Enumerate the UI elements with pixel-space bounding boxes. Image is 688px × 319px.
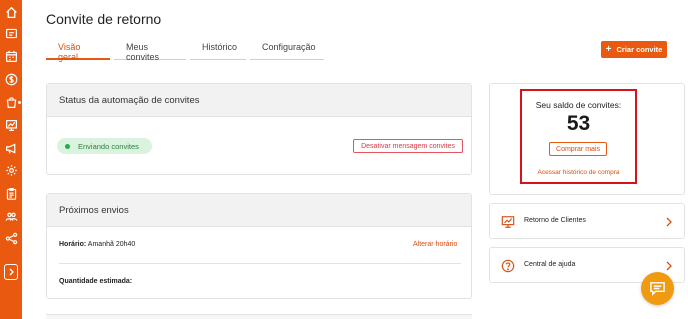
schedule-value: Amanhã 20h40 bbox=[87, 241, 136, 248]
tab-bar: Visão geral Meus convites Histórico Conf… bbox=[46, 38, 328, 62]
megaphone-icon[interactable] bbox=[3, 25, 19, 41]
estimated-quantity-label: Quantidade estimada: bbox=[59, 278, 133, 285]
balance-value: 53 bbox=[566, 112, 591, 135]
calendar-icon[interactable] bbox=[3, 48, 19, 64]
automation-status-card: Status da automação de convites Enviando… bbox=[46, 83, 472, 175]
main-content: Convite de retorno Visão geral Meus conv… bbox=[22, 0, 688, 319]
create-invite-label: Criar convite bbox=[616, 45, 663, 54]
divider bbox=[59, 263, 461, 264]
active-indicator bbox=[18, 101, 21, 104]
nav-card-label: Central de ajuda bbox=[524, 261, 576, 268]
sidebar bbox=[0, 0, 22, 319]
share-icon[interactable] bbox=[3, 230, 19, 246]
tab-my-invites[interactable]: Meus convites bbox=[114, 38, 186, 62]
alter-schedule-link[interactable]: Alterar horário bbox=[413, 241, 457, 248]
next-sends-card: Próximos envios Horário: Amanhã 20h40 Al… bbox=[46, 193, 472, 299]
nav-card-label: Retorno de Clientes bbox=[524, 217, 586, 224]
plus-icon: + bbox=[605, 43, 612, 55]
status-badge: Enviando convites bbox=[57, 138, 152, 154]
automation-status-title: Status da automação de convites bbox=[47, 84, 471, 117]
purchase-history-link[interactable]: Acessar histórico de compra bbox=[522, 169, 635, 176]
next-sends-title: Próximos envios bbox=[47, 194, 471, 227]
campaign-icon[interactable] bbox=[3, 140, 19, 156]
buy-more-button[interactable]: Comprar mais bbox=[549, 142, 607, 156]
invite-balance-card: Seu saldo de convites: 53 Comprar mais A… bbox=[489, 83, 685, 195]
chat-button[interactable] bbox=[641, 272, 674, 305]
page-title: Convite de retorno bbox=[46, 11, 162, 27]
balance-label: Seu saldo de convites: bbox=[535, 100, 622, 110]
gear-icon[interactable] bbox=[3, 162, 19, 178]
status-dot-icon bbox=[65, 143, 70, 149]
chevron-right-icon bbox=[666, 217, 672, 227]
status-badge-label: Enviando convites bbox=[78, 141, 139, 151]
schedule-row: Horário: Amanhã 20h40 bbox=[59, 241, 135, 248]
chevron-right-icon bbox=[666, 261, 672, 271]
users-icon[interactable] bbox=[3, 208, 19, 224]
home-icon[interactable] bbox=[3, 4, 19, 20]
question-circle-icon bbox=[501, 259, 515, 273]
deactivate-message-button[interactable]: Desativar mensagem convites bbox=[353, 139, 463, 153]
create-invite-button[interactable]: + Criar convite bbox=[601, 41, 667, 58]
expand-sidebar-button[interactable] bbox=[4, 264, 18, 280]
dollar-icon[interactable] bbox=[3, 71, 19, 87]
schedule-label: Horário: bbox=[59, 241, 87, 248]
chevron-right-icon bbox=[9, 268, 14, 276]
chat-icon bbox=[650, 282, 665, 296]
next-card-edge bbox=[46, 314, 472, 319]
tab-history[interactable]: Histórico bbox=[190, 38, 246, 60]
nav-card-client-return[interactable]: Retorno de Clientes bbox=[489, 203, 685, 239]
tab-overview[interactable]: Visão geral bbox=[46, 38, 110, 62]
shopping-bag-icon[interactable] bbox=[3, 94, 19, 110]
tab-settings[interactable]: Configuração bbox=[250, 38, 324, 60]
chart-board-icon bbox=[501, 215, 515, 229]
presentation-icon[interactable] bbox=[3, 117, 19, 133]
balance-highlight-box: Seu saldo de convites: 53 Comprar mais A… bbox=[520, 89, 637, 184]
clipboard-icon[interactable] bbox=[3, 185, 19, 201]
